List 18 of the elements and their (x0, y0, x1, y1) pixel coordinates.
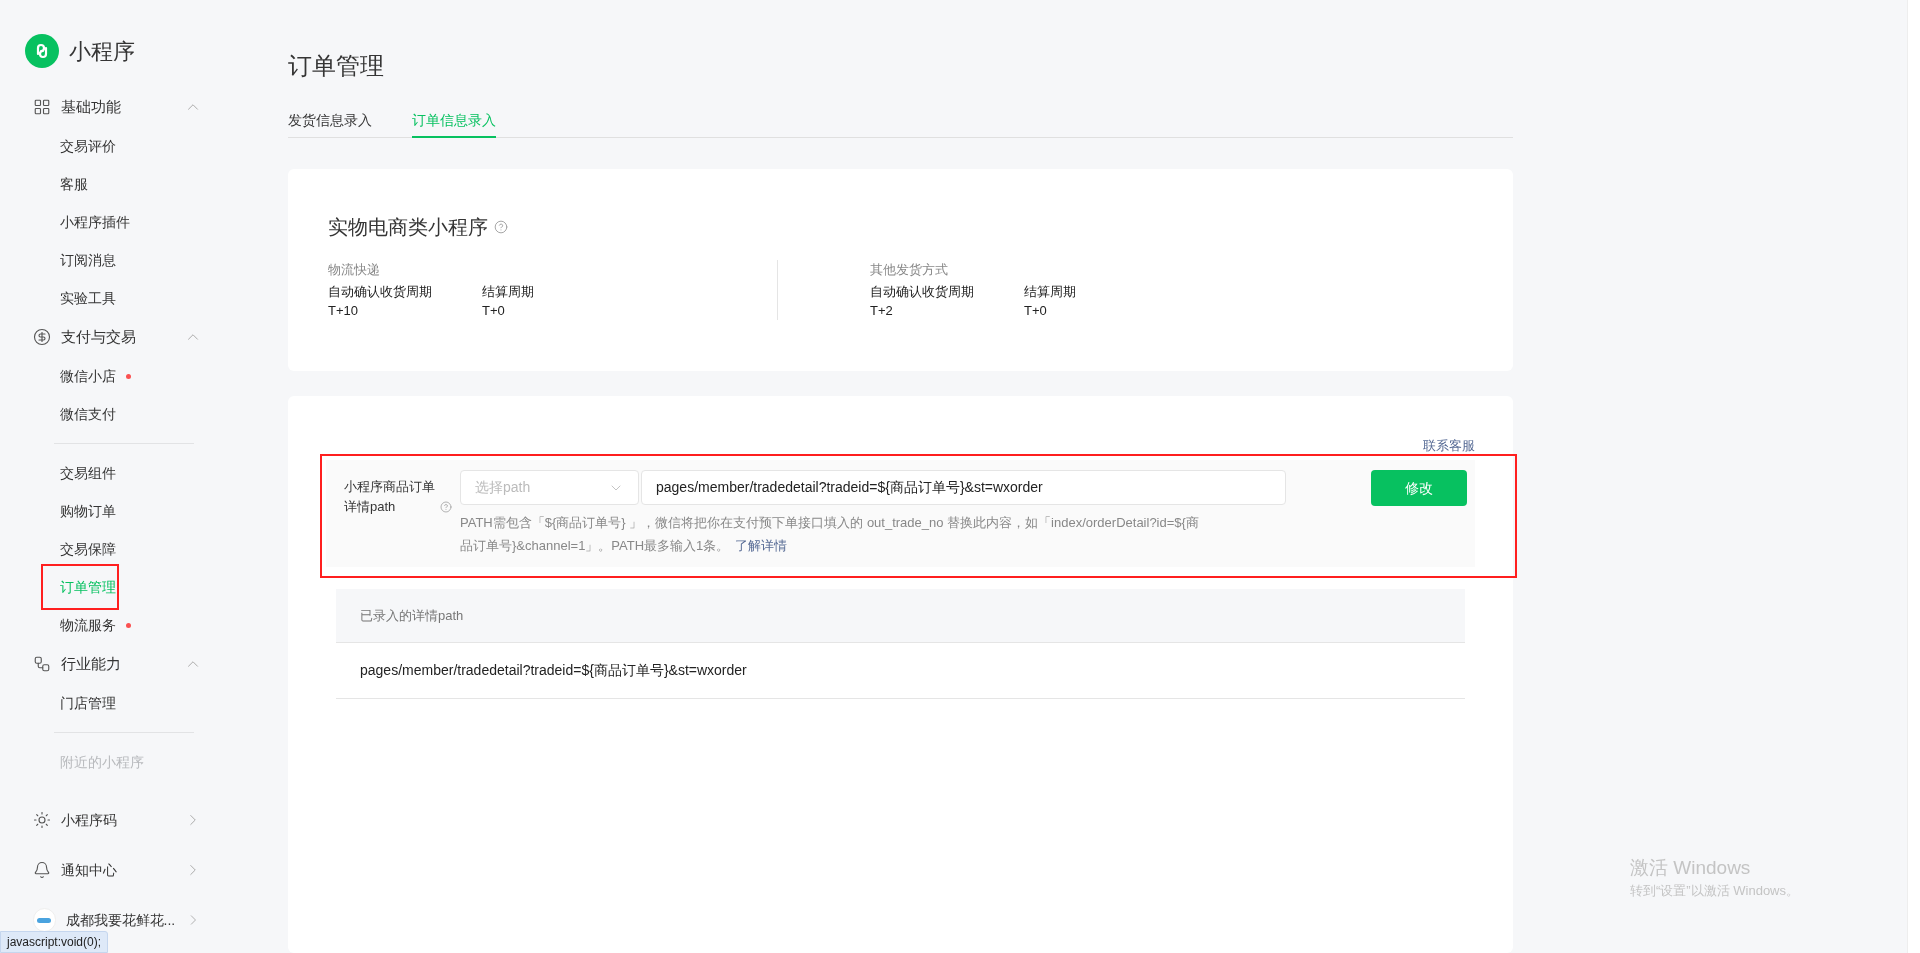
field-label: 结算周期 (1024, 283, 1077, 301)
table-header: 已录入的详情path (336, 589, 1465, 644)
field-label: 自动确认收货周期 (328, 283, 433, 301)
logo-text: 小程序 (69, 37, 135, 66)
field-value: T+10 (328, 302, 359, 320)
field-value: T+0 (482, 302, 506, 320)
field-value: T+0 (1024, 302, 1048, 320)
table-cell: pages/member/tradedetail?tradeid=${商品订单号}&st=wxorder (336, 643, 1465, 700)
help-text: PATH需包含「${商品订单号} 」，微信将把你在支付预下单接口填入的 out_trade_no 替换此内容，如「index/orderDetail?id=${商品订单号}&channel=1」。PATH最多输入1条。 了解详情 (460, 514, 1200, 556)
field-label: 小程序商品订单详情path (344, 478, 436, 517)
field-value: T+2 (870, 302, 894, 320)
page-title: 订单管理 (288, 51, 385, 81)
field-label: 结算周期 (482, 283, 535, 301)
link-status-tooltip: javascript:void(0); (0, 931, 109, 953)
field-label: 自动确认收货周期 (870, 283, 975, 301)
column-heading: 物流快递 (328, 261, 381, 279)
card-title: 实物电商类小程序 (328, 215, 488, 240)
column-heading: 其他发货方式 (870, 261, 949, 279)
